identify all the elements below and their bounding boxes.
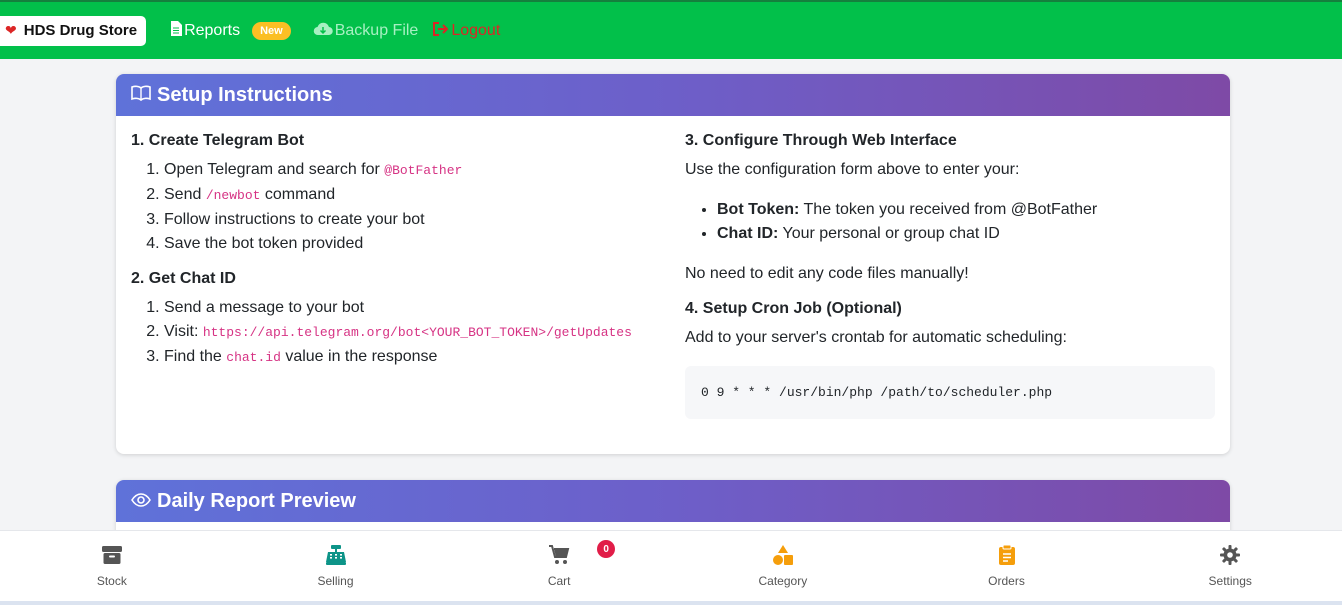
- bot-token-desc: The token you received from @BotFather: [799, 201, 1098, 218]
- step2-item2-pre: Visit:: [164, 323, 203, 340]
- step1-item2-post: command: [260, 186, 336, 203]
- step2-item3-post: value in the response: [280, 348, 438, 365]
- cart-count-badge: 0: [597, 540, 616, 558]
- new-badge: New: [252, 21, 291, 40]
- page-bottom-strip: [0, 601, 1342, 605]
- file-icon: [170, 21, 183, 40]
- shapes-icon: [772, 544, 794, 572]
- top-navbar: ❤ HDS Drug Store Reports New Backup File…: [0, 0, 1342, 59]
- selling-label: Selling: [317, 574, 354, 588]
- bottom-nav-selling[interactable]: Selling: [224, 531, 448, 601]
- setup-right-column: 3. Configure Through Web Interface Use t…: [685, 132, 1215, 419]
- list-item: Save the bot token provided: [164, 232, 685, 256]
- stock-label: Stock: [96, 574, 127, 588]
- brand-logo[interactable]: ❤ HDS Drug Store: [0, 15, 147, 46]
- shopping-cart-icon: [548, 544, 570, 572]
- nav-backup-label: Backup File: [334, 21, 419, 39]
- step3-bullets: Bot Token: The token you received from @…: [717, 198, 1215, 246]
- step1-item2-pre: Send: [164, 186, 206, 203]
- step2-title: 2. Get Chat ID: [131, 270, 236, 287]
- step4-intro: Add to your server's crontab for automat…: [685, 329, 1067, 346]
- step1-item1-text: Open Telegram and search for: [164, 161, 385, 178]
- list-item: Send /newbot command: [164, 183, 685, 208]
- nav-logout[interactable]: Logout: [433, 21, 501, 40]
- cash-register-icon: [325, 544, 347, 572]
- bottom-nav-orders[interactable]: Orders: [895, 531, 1119, 601]
- category-label: Category: [758, 574, 808, 588]
- book-icon: [131, 85, 151, 106]
- nav-reports[interactable]: Reports New: [170, 21, 291, 40]
- step1-list: Open Telegram and search for @BotFather …: [164, 158, 685, 256]
- chat-id-label: Chat ID:: [717, 225, 779, 242]
- heart-pulse-icon: ❤: [5, 22, 17, 38]
- list-item: Follow instructions to create your bot: [164, 208, 685, 232]
- logout-icon: [433, 21, 449, 40]
- list-item: Chat ID: Your personal or group chat ID: [717, 222, 1215, 246]
- preview-title: Daily Report Preview: [157, 489, 356, 512]
- clipboard-list-icon: [996, 544, 1018, 572]
- newbot-code: /newbot: [205, 188, 261, 203]
- setup-left-column: 1. Create Telegram Bot Open Telegram and…: [131, 132, 685, 419]
- setup-title: Setup Instructions: [157, 83, 333, 106]
- list-item: Visit: https://api.telegram.org/bot<YOUR…: [164, 320, 685, 345]
- cart-label: Cart: [547, 574, 571, 588]
- step3-note: No need to edit any code files manually!: [685, 265, 969, 282]
- chat-id-desc: Your personal or group chat ID: [778, 225, 1000, 242]
- gear-icon: [1219, 544, 1241, 572]
- cloud-download-icon: [313, 22, 333, 40]
- list-item: Bot Token: The token you received from @…: [717, 198, 1215, 222]
- getupdates-url-code: https://api.telegram.org/bot<YOUR_BOT_TO…: [202, 325, 632, 340]
- archive-box-icon: [101, 544, 123, 572]
- setup-instructions-card: Setup Instructions 1. Create Telegram Bo…: [116, 74, 1230, 454]
- orders-label: Orders: [988, 574, 1025, 588]
- settings-label: Settings: [1208, 574, 1252, 588]
- nav-logout-label: Logout: [451, 21, 501, 39]
- nav-reports-label: Reports: [184, 21, 241, 39]
- bot-token-label: Bot Token:: [717, 201, 800, 218]
- list-item: Open Telegram and search for @BotFather: [164, 158, 685, 183]
- setup-card-header: Setup Instructions: [116, 74, 1230, 116]
- nav-backup[interactable]: Backup File: [313, 21, 419, 40]
- chat-id-code: chat.id: [226, 350, 281, 365]
- bottom-navbar: Stock Selling Cart 0 Category Orders Set…: [0, 530, 1342, 601]
- preview-card-header: Daily Report Preview: [116, 480, 1230, 522]
- step4-title: 4. Setup Cron Job (Optional): [685, 300, 902, 317]
- bottom-nav-settings[interactable]: Settings: [1118, 531, 1342, 601]
- cron-code-block: 0 9 * * * /usr/bin/php /path/to/schedule…: [685, 366, 1215, 419]
- step2-list: Send a message to your bot Visit: https:…: [164, 296, 685, 370]
- brand-name: HDS Drug Store: [23, 22, 138, 39]
- eye-icon: [131, 491, 151, 512]
- bottom-nav-stock[interactable]: Stock: [0, 531, 224, 601]
- step2-item3-pre: Find the: [164, 348, 227, 365]
- step1-title: 1. Create Telegram Bot: [131, 132, 305, 149]
- bottom-nav-category[interactable]: Category: [671, 531, 895, 601]
- list-item: Send a message to your bot: [164, 296, 685, 320]
- step3-intro: Use the configuration form above to ente…: [685, 161, 1020, 178]
- step3-title: 3. Configure Through Web Interface: [685, 132, 957, 149]
- botfather-code: @BotFather: [384, 163, 463, 178]
- list-item: Find the chat.id value in the response: [164, 345, 685, 370]
- bottom-nav-cart[interactable]: Cart 0: [447, 531, 671, 601]
